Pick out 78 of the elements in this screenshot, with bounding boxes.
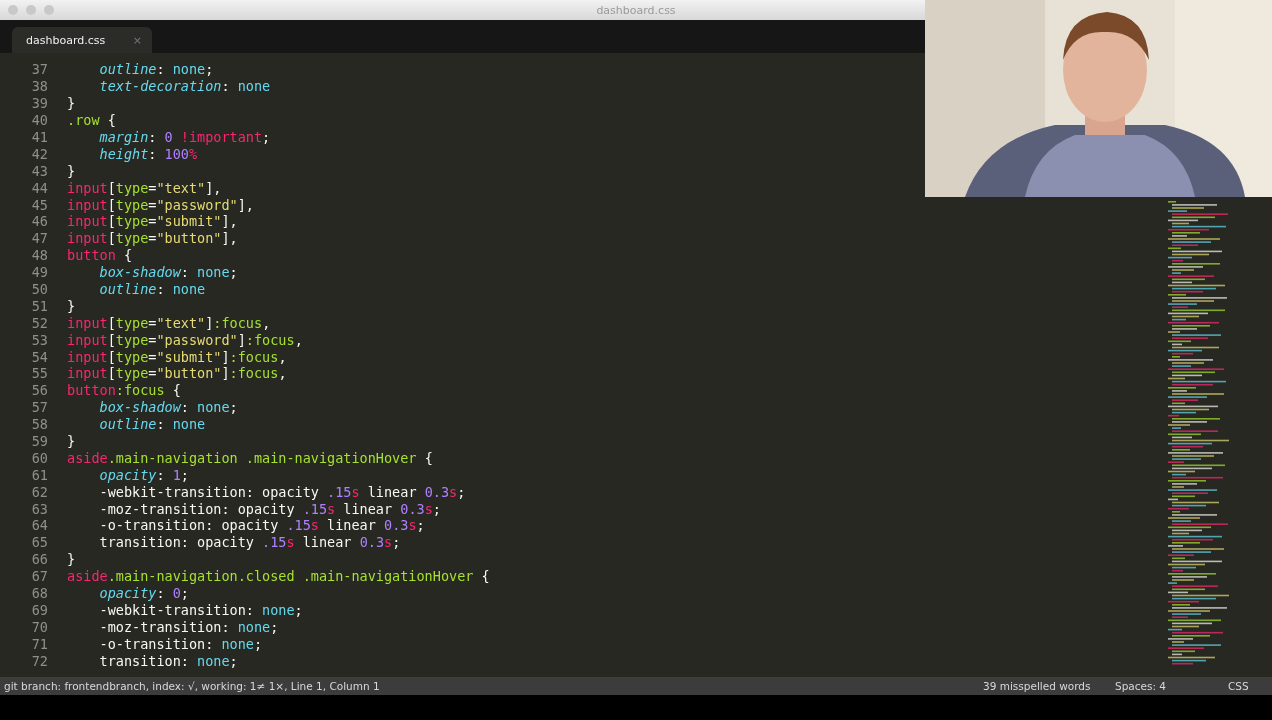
code-line: margin: 0 !important; [99,129,271,145]
line-number: 58 [30,416,49,433]
line-number: 52 [30,314,49,331]
code-line: } [67,551,76,568]
line-number: 48 [30,247,49,264]
line-number: 44 [30,179,49,196]
line-number: 57 [30,399,49,416]
line-number: 46 [30,213,49,230]
line-number: 60 [30,449,49,466]
code-line: input[type="button"], [67,230,238,247]
code-line: -webkit-transition: opacity .15s linear 0.3s; [99,483,466,500]
code-line: aside.main-navigation .main-navigationHover { [67,449,433,466]
line-number: 66 [30,551,49,568]
code-line: input[type="password"]:focus, [67,331,303,348]
line-number: 56 [30,382,49,399]
line-number: 37 [30,61,49,78]
code-line: opacity: 1; [99,466,189,483]
line-number: 65 [30,534,49,551]
code-line: outline: none [99,281,206,297]
code-line: input[type="button"]:focus, [67,365,287,382]
line-number: 61 [30,466,49,483]
line-number: 51 [30,297,49,314]
code-line: transition: opacity .15s linear 0.3s; [99,534,401,551]
code-line: input[type="submit"]:focus, [67,348,287,365]
line-number: 72 [30,652,49,669]
code-line: button { [67,247,133,264]
line-number: 70 [30,618,49,635]
code-line: input[type="password"], [67,196,254,213]
code-line: -moz-transition: opacity .15s linear 0.3s; [99,500,441,517]
code-line: -o-transition: opacity .15s linear 0.3s; [99,517,425,534]
window-title: dashboard.css [596,3,676,17]
line-number: 71 [30,635,49,652]
line-number: 39 [30,95,49,112]
code-line: input[type="text"], [67,179,222,196]
code-line: outline: none; [99,61,214,78]
code-line: text-decoration: none [99,78,271,95]
line-number: 50 [30,281,49,297]
code-line: input[type="text"]:focus, [67,314,271,331]
code-line: } [67,433,76,450]
code-line: -o-transition: none; [99,635,263,652]
code-line: transition: none; [99,652,238,669]
code-line: } [67,162,76,179]
git-status: git branch: frontendbranch, index: √, working: 1≠ 1×, Line 1, Column 1 [4,680,380,692]
file-tab[interactable]: dashboard.css × [12,27,152,53]
code-line: box-shadow: none; [99,264,238,281]
line-number: 59 [30,433,49,450]
code-line: opacity: 0; [99,585,189,602]
indentation-status[interactable]: Spaces: 4 [1115,680,1228,692]
code-line: .row { [67,112,116,129]
line-number: 47 [30,230,49,247]
line-number: 42 [30,145,49,162]
code-line: -moz-transition: none; [99,618,279,635]
line-number: 53 [30,331,49,348]
line-number: 54 [30,348,49,365]
line-number: 38 [30,78,49,95]
syntax-status[interactable]: CSS [1228,680,1268,692]
line-number: 63 [30,500,49,517]
code-line: button:focus { [67,382,181,399]
line-number: 41 [30,129,49,145]
code-line: -webkit-transition: none; [99,601,303,618]
line-number: 45 [30,196,49,213]
line-number: 69 [30,601,49,618]
line-number: 67 [30,568,49,585]
code-line: } [67,297,76,314]
code-line: input[type="submit"], [67,213,238,230]
line-number: 68 [30,585,49,602]
code-line: } [67,95,76,112]
spelling-status: 39 misspelled words [983,680,1092,692]
code-line: box-shadow: none; [99,399,238,416]
code-line: aside.main-navigation.closed .main-navigationHover { [67,568,490,585]
code-line: outline: none [99,416,206,433]
code-line: height: 100% [99,145,198,162]
line-number: 40 [30,112,49,129]
line-number: 43 [30,162,49,179]
line-number: 62 [30,483,49,500]
line-number: 49 [30,264,49,281]
line-number: 55 [30,365,49,382]
line-number: 64 [30,517,49,534]
